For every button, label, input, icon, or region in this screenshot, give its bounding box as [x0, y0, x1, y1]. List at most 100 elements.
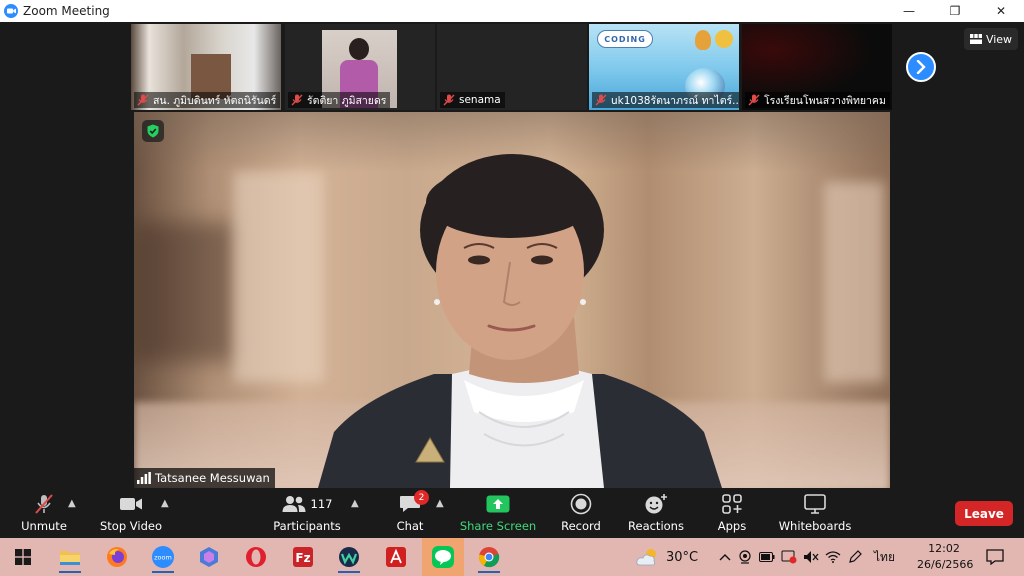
participant-name-label: senama [440, 92, 505, 108]
taskbar-opera[interactable] [239, 541, 273, 573]
muted-mic-icon [291, 94, 303, 106]
grid-view-icon [969, 34, 982, 44]
leave-meeting-button[interactable]: Leave [955, 501, 1013, 526]
taskbar-copilot[interactable] [192, 541, 226, 573]
participant-thumbnail[interactable]: รัตติยา ภูมิสายดร [285, 24, 435, 110]
participant-thumbnail[interactable]: โรงเรียนโพนสวางพิทยาคม [742, 24, 892, 110]
chat-options-caret-icon[interactable]: ▲ [436, 498, 444, 509]
firefox-icon [107, 547, 127, 567]
stop-video-label: Stop Video [99, 519, 163, 533]
apps-label: Apps [717, 519, 747, 533]
active-speaker-label: Tatsanee Messuwan [134, 468, 275, 488]
participant-name: สน. ภูมิบดินทร์ หัตถนิรันดร์ [153, 94, 277, 107]
muted-mic-icon [137, 94, 149, 106]
taskbar-line[interactable] [422, 538, 464, 576]
muted-mic-icon [595, 94, 607, 106]
muted-mic-icon [443, 94, 455, 106]
view-label: View [985, 32, 1013, 46]
reactions-emoji-icon [645, 494, 667, 514]
input-language-indicator[interactable]: ไทย [874, 548, 895, 567]
close-button[interactable]: ✕ [978, 0, 1024, 22]
participants-options-caret-icon[interactable]: ▲ [351, 498, 359, 509]
window-title: Zoom Meeting [23, 4, 110, 18]
notification-center-button[interactable] [978, 541, 1012, 573]
participant-name-label: โรงเรียนโพนสวางพิทยาคม [745, 92, 890, 108]
participant-thumbnail[interactable]: สน. ภูมิบดินทร์ หัตถนิรันดร์ [131, 24, 281, 110]
svg-text:zoom: zoom [154, 554, 172, 562]
taskbar-file-explorer[interactable] [53, 541, 87, 573]
taskbar-firefox[interactable] [100, 541, 134, 573]
participant-name: senama [459, 94, 501, 106]
clock-date: 26/6/2566 [917, 558, 974, 571]
taskbar-webex[interactable] [332, 541, 366, 573]
participants-button[interactable]: 117 Participants [273, 490, 341, 538]
participants-label: Participants [273, 519, 341, 533]
whiteboards-label: Whiteboards [778, 519, 852, 533]
chat-unread-badge: 2 [414, 490, 429, 505]
taskbar-clock[interactable]: 12:02 26/6/2566 [917, 541, 974, 573]
participant-name-label: รัตติยา ภูมิสายดร [288, 92, 391, 108]
folder-icon [60, 551, 80, 565]
video-options-caret-icon[interactable]: ▲ [161, 498, 169, 509]
cloud-sun-icon [636, 549, 656, 566]
participant-name-label: สน. ภูมิบดินทร์ หัตถนิรันดร์ [134, 92, 281, 108]
muted-microphone-icon [35, 494, 53, 514]
minimize-button[interactable]: — [886, 0, 932, 22]
webex-icon [339, 547, 359, 567]
windows-start-button[interactable] [6, 541, 40, 573]
record-icon [570, 493, 592, 515]
taskbar-filezilla[interactable]: Fz [286, 541, 320, 573]
line-app-icon [432, 546, 454, 568]
chevron-right-icon [916, 60, 926, 74]
weather-widget[interactable]: 30°C [636, 538, 698, 576]
stop-video-button[interactable]: Stop Video [100, 490, 162, 538]
unmute-button[interactable]: Unmute [20, 490, 68, 538]
share-screen-icon [486, 495, 510, 513]
apps-button[interactable]: Apps [716, 490, 748, 538]
muted-mic-icon [748, 94, 760, 106]
participants-icon [282, 496, 306, 512]
emblem-icon [695, 30, 711, 50]
unmute-label: Unmute [21, 519, 67, 533]
battery-icon[interactable] [756, 552, 778, 562]
encryption-shield-icon[interactable] [142, 120, 164, 142]
speaker-muted-icon[interactable] [800, 550, 822, 564]
emblem-icon [715, 30, 733, 48]
participant-thumbnail[interactable]: senama [437, 24, 587, 110]
zoom-app-icon: zoom [152, 546, 174, 568]
chat-button[interactable]: 2 Chat [394, 490, 429, 538]
security-alert-icon[interactable] [778, 550, 800, 564]
taskbar-zoom[interactable]: zoom [146, 541, 180, 573]
participant-name-label: uk1038รัตนาภรณ์ ทาไตร์... [592, 92, 739, 108]
chat-label: Chat [396, 519, 424, 533]
reactions-label: Reactions [628, 519, 684, 533]
whiteboards-button[interactable]: Whiteboards [778, 490, 852, 538]
speaker-person [318, 154, 722, 488]
participants-count: 117 [310, 497, 333, 511]
svg-text:Fz: Fz [295, 551, 310, 565]
show-hidden-icons-chevron-icon[interactable] [716, 550, 734, 564]
taskbar-chrome[interactable] [472, 541, 506, 573]
windows-logo-icon [15, 549, 31, 565]
audio-options-caret-icon[interactable]: ▲ [68, 498, 76, 509]
system-tray: ไทย [716, 538, 895, 576]
active-speaker-video: Tatsanee Messuwan [134, 112, 890, 488]
next-page-button[interactable] [906, 52, 936, 82]
share-screen-button[interactable]: Share Screen [460, 490, 536, 538]
webcam-icon[interactable] [734, 550, 756, 564]
pen-icon[interactable] [844, 550, 866, 564]
participant-thumbnail[interactable]: CODING uk1038รัตนาภรณ์ ทาไตร์... [589, 24, 739, 110]
adobe-acrobat-icon [386, 547, 406, 567]
weather-temperature: 30°C [666, 549, 699, 565]
chrome-icon [478, 547, 500, 568]
video-camera-icon [120, 498, 142, 510]
speaker-name: Tatsanee Messuwan [155, 471, 270, 485]
taskbar-adobe-reader[interactable] [379, 541, 413, 573]
windows-taskbar: zoom Fz 30°C ไทย 12:02 26/6/2566 [0, 538, 1024, 576]
wifi-icon[interactable] [822, 551, 844, 563]
view-button[interactable]: View [964, 28, 1018, 50]
maximize-button[interactable]: ❐ [932, 0, 978, 22]
record-button[interactable]: Record [560, 490, 602, 538]
reactions-button[interactable]: Reactions [628, 490, 684, 538]
signal-strength-icon [137, 472, 151, 484]
